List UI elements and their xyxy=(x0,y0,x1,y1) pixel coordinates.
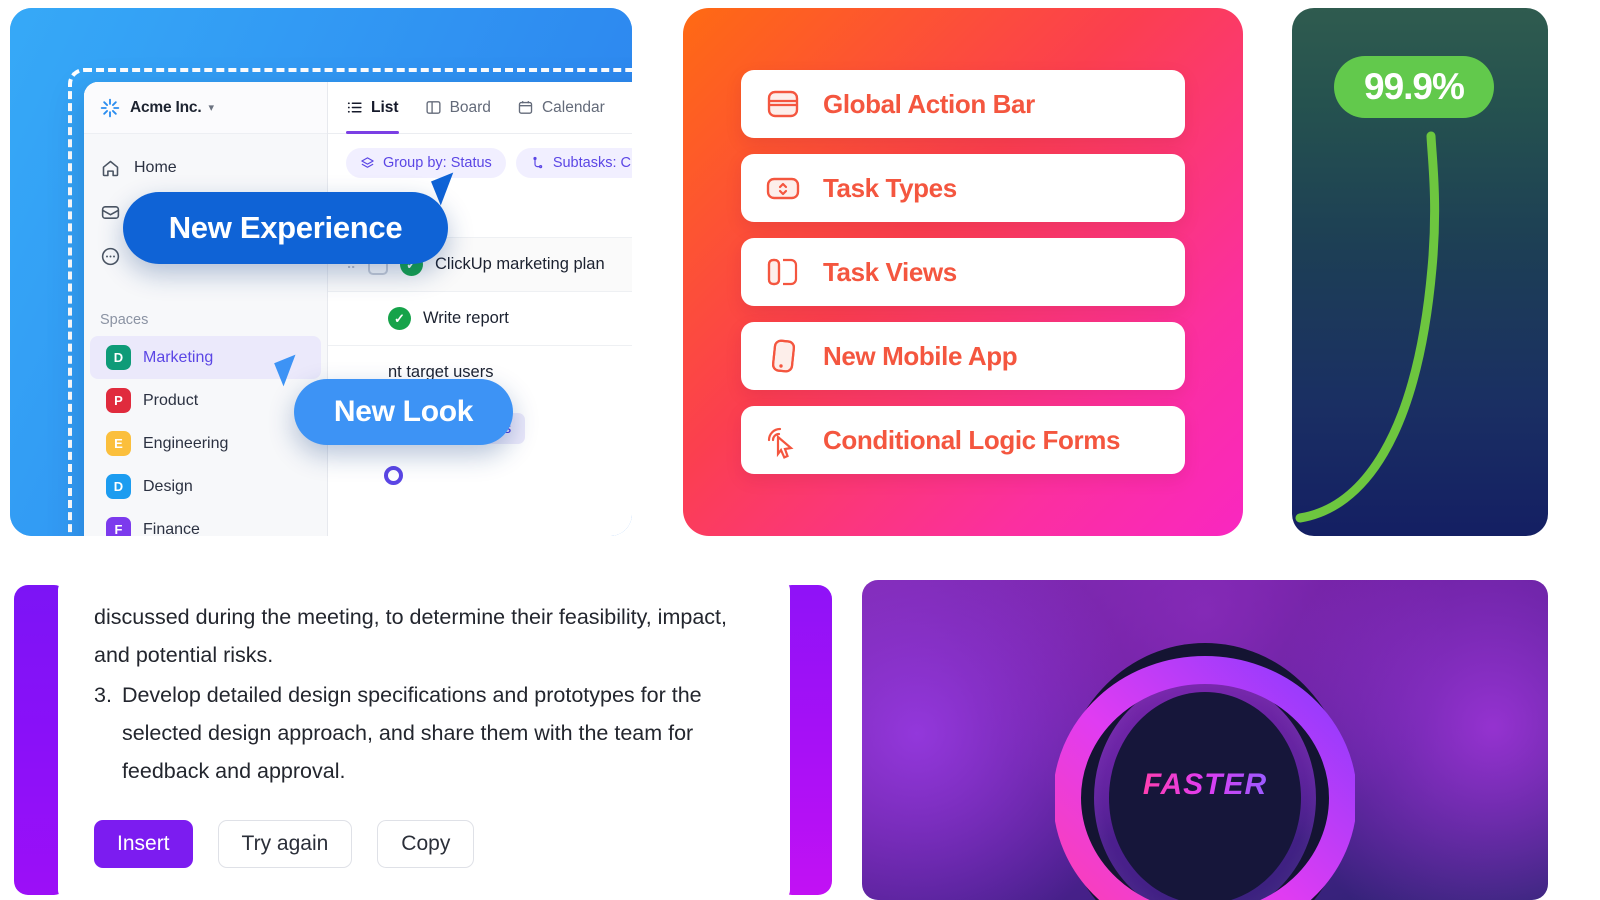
home-icon xyxy=(100,158,121,179)
feature-card-new-mobile-app[interactable]: New Mobile App xyxy=(741,322,1185,390)
uptime-value-badge: 99.9% xyxy=(1334,56,1494,118)
space-badge: P xyxy=(106,388,131,413)
workspace-selector[interactable]: Acme Inc. ▾ xyxy=(84,82,327,134)
screenshot-stage: Acme Inc. ▾ Home Spaces D Marketing P Pr… xyxy=(0,0,1600,900)
uptime-panel: 99.9% xyxy=(1292,8,1548,536)
task-views-icon xyxy=(763,252,803,292)
space-label: Product xyxy=(143,391,199,409)
status-complete-icon: ✓ xyxy=(388,307,411,330)
task-name: Write report xyxy=(423,309,509,327)
more-circle-icon xyxy=(100,246,121,267)
clickup-logo-icon xyxy=(100,98,120,118)
feature-card-conditional-logic-forms[interactable]: Conditional Logic Forms xyxy=(741,406,1185,474)
ai-writer-panel: discussed during the meeting, to determi… xyxy=(14,580,832,900)
tab-label: Calendar xyxy=(541,98,605,116)
task-name: ClickUp marketing plan xyxy=(435,255,605,273)
chip-label: Group by: Status xyxy=(383,155,492,171)
sidebar-item-label: Home xyxy=(134,159,177,176)
space-label: Design xyxy=(143,477,193,495)
spaces-heading: Spaces xyxy=(100,312,149,328)
space-label: Engineering xyxy=(143,434,229,452)
faster-panel: FASTER xyxy=(862,580,1548,900)
cursor-click-icon xyxy=(763,420,803,460)
feature-label: Task Views xyxy=(823,256,957,287)
action-bar-icon xyxy=(763,84,803,124)
calendar-icon xyxy=(517,99,534,116)
view-tabs: List Board Calendar xyxy=(328,82,632,134)
feature-label: Task Types xyxy=(823,172,957,203)
tab-label: Board xyxy=(449,98,491,116)
workspace-name: Acme Inc. xyxy=(130,98,202,116)
ai-action-buttons: Insert Try again Copy xyxy=(94,820,754,868)
group-status-pill xyxy=(370,460,417,491)
space-label: Finance xyxy=(143,520,200,537)
table-row[interactable]: ✓ Write report xyxy=(328,291,632,345)
space-badge: F xyxy=(106,517,131,536)
sidebar-space-product[interactable]: P Product xyxy=(90,379,321,422)
feature-label: Global Action Bar xyxy=(823,88,1035,119)
subtask-icon xyxy=(530,156,545,171)
app-window: Acme Inc. ▾ Home Spaces D Marketing P Pr… xyxy=(84,82,632,536)
tab-label: List xyxy=(371,98,399,116)
task-group-next[interactable] xyxy=(328,454,632,501)
space-label: Marketing xyxy=(143,348,214,366)
clickup-app-panel: Acme Inc. ▾ Home Spaces D Marketing P Pr… xyxy=(10,8,632,536)
feature-card-task-views[interactable]: Task Views xyxy=(741,238,1185,306)
sidebar-space-engineering[interactable]: E Engineering xyxy=(90,422,321,465)
tab-list[interactable]: List xyxy=(346,82,399,134)
list-item-number: 3. xyxy=(94,683,112,707)
filter-chips: Group by: Status Subtasks: C xyxy=(328,134,632,188)
list-icon xyxy=(346,99,363,116)
task-types-icon xyxy=(763,168,803,208)
inbox-icon xyxy=(100,202,121,223)
ai-list: 3. Develop detailed design specification… xyxy=(94,676,754,790)
features-panel: Global Action Bar Task Types Task Views … xyxy=(683,8,1243,536)
chip-subtasks[interactable]: Subtasks: C xyxy=(515,148,632,178)
callout-new-look: New Look xyxy=(294,379,513,445)
tab-board[interactable]: Board xyxy=(425,82,491,134)
feature-card-global-action-bar[interactable]: Global Action Bar xyxy=(741,70,1185,138)
space-badge: D xyxy=(106,345,131,370)
chip-label: Subtasks: C xyxy=(552,155,631,171)
callout-new-experience: New Experience xyxy=(123,192,448,264)
board-icon xyxy=(425,99,442,116)
sidebar-space-finance[interactable]: F Finance xyxy=(90,508,321,536)
space-badge: D xyxy=(106,474,131,499)
feature-label: New Mobile App xyxy=(823,340,1018,371)
chip-group-by[interactable]: Group by: Status xyxy=(346,148,506,178)
layers-icon xyxy=(360,156,375,171)
status-ring-icon xyxy=(384,466,403,485)
feature-card-task-types[interactable]: Task Types xyxy=(741,154,1185,222)
sidebar-item-home[interactable]: Home xyxy=(84,146,327,190)
faster-label: FASTER xyxy=(1142,768,1268,801)
list-item: 3. Develop detailed design specification… xyxy=(94,676,754,790)
ai-paragraph: discussed during the meeting, to determi… xyxy=(94,605,727,667)
mobile-app-icon xyxy=(763,336,803,376)
chevron-down-icon: ▾ xyxy=(208,102,214,114)
insert-button[interactable]: Insert xyxy=(94,820,193,868)
app-sidebar: Acme Inc. ▾ Home Spaces D Marketing P Pr… xyxy=(84,82,328,536)
space-badge: E xyxy=(106,431,131,456)
list-item-text: Develop detailed design specifications a… xyxy=(121,683,702,783)
feature-label: Conditional Logic Forms xyxy=(823,424,1121,455)
ai-response-sheet: discussed during the meeting, to determi… xyxy=(58,580,790,900)
app-main-area: List Board Calendar Group by: Status Sub… xyxy=(328,82,632,536)
copy-button[interactable]: Copy xyxy=(377,820,475,868)
try-again-button[interactable]: Try again xyxy=(217,820,353,868)
tab-calendar[interactable]: Calendar xyxy=(517,82,605,134)
sidebar-space-design[interactable]: D Design xyxy=(90,465,321,508)
